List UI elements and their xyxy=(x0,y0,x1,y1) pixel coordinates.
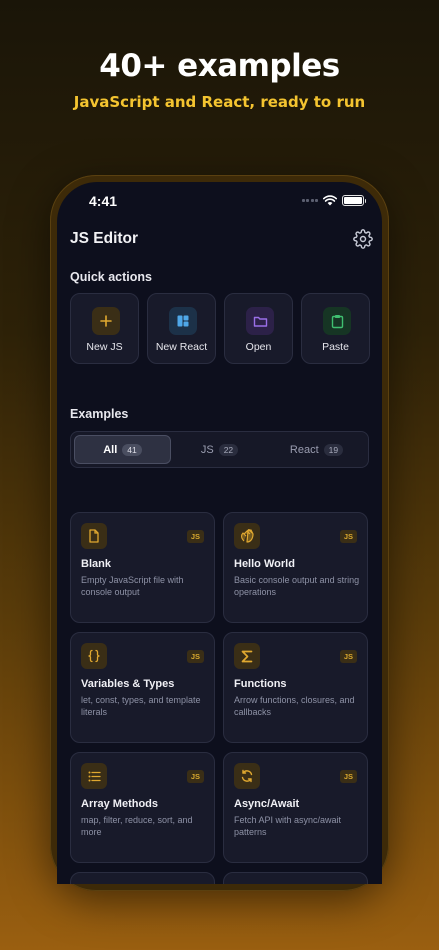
wifi-icon xyxy=(323,195,337,206)
filter-all-count: 41 xyxy=(122,443,142,456)
paste-button[interactable]: Paste xyxy=(301,293,370,364)
status-bar: 4:41 xyxy=(57,182,382,222)
folder-icon xyxy=(246,307,274,335)
signal-icon xyxy=(301,199,318,202)
js-badge: JS xyxy=(186,650,204,663)
example-description: Arrow functions, closures, and callbacks xyxy=(234,695,355,717)
promo-subheadline: JavaScript and React, ready to run xyxy=(73,93,366,111)
example-title: Blank xyxy=(81,558,111,570)
example-card-hello-world[interactable]: JS Hello World Basic console output and … xyxy=(223,512,368,623)
example-description: let, const, types, and template literals xyxy=(81,695,201,717)
new-js-button[interactable]: New JS xyxy=(70,293,139,364)
open-label: Open xyxy=(245,341,272,353)
examples-filter: All 41 JS 22 React 19 xyxy=(70,431,369,468)
examples-title: Examples xyxy=(70,407,129,421)
app-title: JS Editor xyxy=(70,230,139,247)
filter-js-label: JS xyxy=(200,443,214,456)
status-time: 4:41 xyxy=(89,193,118,209)
example-description: map, filter, reduce, sort, and more xyxy=(81,815,193,837)
example-card-variables-types[interactable]: JS Variables & Types let, const, types, … xyxy=(70,632,215,743)
promo-headline: 40+ examples xyxy=(99,48,340,84)
filter-react[interactable]: React 19 xyxy=(268,435,365,464)
example-description: Fetch API with async/await patterns xyxy=(234,815,342,837)
example-title: Async/Await xyxy=(234,798,300,810)
layout-icon xyxy=(169,307,197,335)
app-screen: 4:41 JS Editor Quick actions New JS New … xyxy=(57,182,382,884)
sigma-icon xyxy=(234,643,260,669)
new-react-label: New React xyxy=(155,341,208,353)
wave-hand-icon xyxy=(234,523,260,549)
new-js-label: New JS xyxy=(86,341,123,353)
file-icon xyxy=(81,523,107,549)
js-badge: JS xyxy=(186,530,204,543)
example-title: Variables & Types xyxy=(81,678,175,690)
gear-icon[interactable] xyxy=(353,229,373,249)
filter-react-count: 19 xyxy=(323,443,344,456)
js-badge: JS xyxy=(186,770,204,783)
quick-actions-title: Quick actions xyxy=(70,270,152,284)
list-icon xyxy=(81,763,107,789)
example-card-partial[interactable] xyxy=(223,872,368,884)
example-card-functions[interactable]: JS Functions Arrow functions, closures, … xyxy=(223,632,368,743)
clipboard-icon xyxy=(323,307,351,335)
js-badge: JS xyxy=(339,650,357,663)
refresh-icon xyxy=(234,763,260,789)
new-react-button[interactable]: New React xyxy=(147,293,216,364)
filter-react-label: React xyxy=(289,443,319,456)
example-description: Basic console output and string operatio… xyxy=(234,575,360,597)
example-card-partial[interactable] xyxy=(70,872,215,884)
js-badge: JS xyxy=(339,770,357,783)
paste-label: Paste xyxy=(322,341,349,353)
js-badge: JS xyxy=(339,530,357,543)
example-card-array-methods[interactable]: JS Array Methods map, filter, reduce, so… xyxy=(70,752,215,863)
open-button[interactable]: Open xyxy=(224,293,293,364)
example-title: Array Methods xyxy=(81,798,159,810)
example-title: Functions xyxy=(234,678,287,690)
example-description: Empty JavaScript file with console outpu… xyxy=(81,575,184,597)
filter-all-label: All xyxy=(103,443,118,456)
status-icons xyxy=(301,195,366,206)
example-card-blank[interactable]: JS Blank Empty JavaScript file with cons… xyxy=(70,512,215,623)
example-card-async-await[interactable]: JS Async/Await Fetch API with async/awai… xyxy=(223,752,368,863)
battery-icon xyxy=(342,195,366,206)
filter-js[interactable]: JS 22 xyxy=(171,435,268,464)
filter-js-count: 22 xyxy=(218,443,239,456)
filter-all[interactable]: All 41 xyxy=(74,435,171,464)
example-title: Hello World xyxy=(234,558,295,570)
braces-icon xyxy=(81,643,107,669)
plus-icon xyxy=(92,307,120,335)
